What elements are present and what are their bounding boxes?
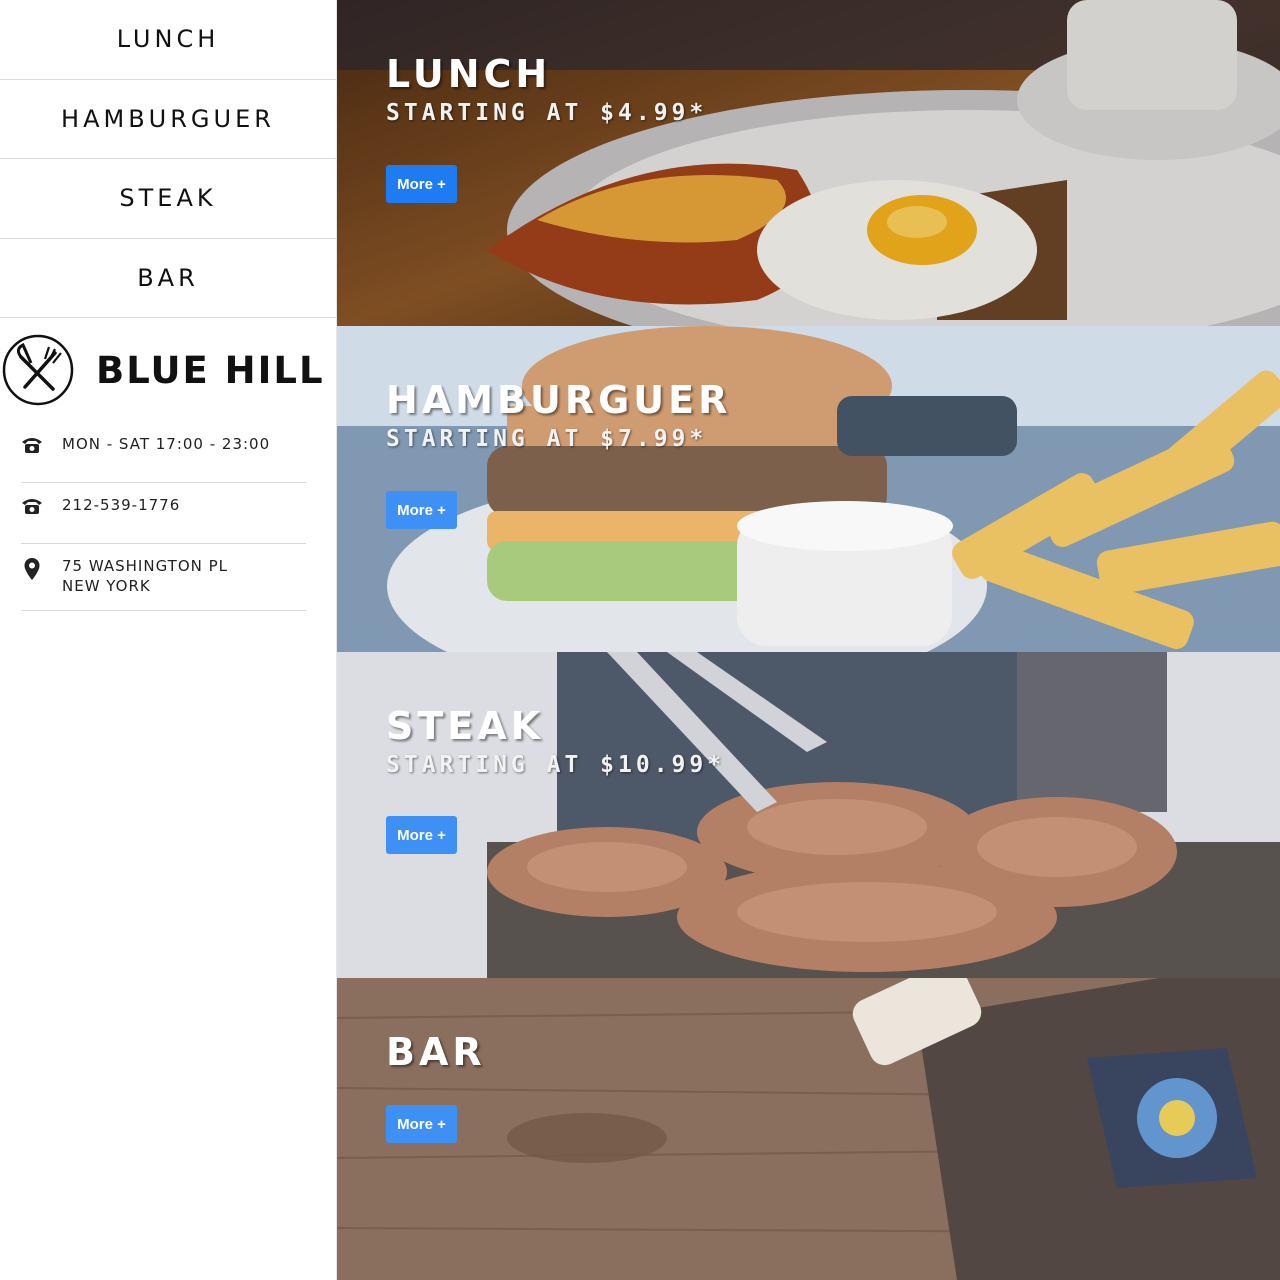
- address-row: 75 WASHINGTON PL NEW YORK: [21, 544, 306, 611]
- nav-item-hamburguer[interactable]: HAMBURGUER: [0, 80, 336, 159]
- panel-lunch: LUNCH STARTING AT $4.99* More +: [337, 0, 1280, 326]
- lunch-more-button[interactable]: More +: [386, 165, 457, 203]
- panel-title-bar: BAR: [386, 1030, 486, 1074]
- panel-steak: STEAK STARTING AT $10.99* More +: [337, 652, 1280, 978]
- sidebar: LUNCH HAMBURGUER STEAK BAR BLUE HILL MON…: [0, 0, 337, 1280]
- panel-title-hamburguer: HAMBURGUER: [386, 378, 732, 422]
- panel-title-steak: STEAK: [386, 704, 545, 748]
- map-pin-icon: [21, 558, 43, 580]
- brand-name: BLUE HILL: [96, 348, 325, 392]
- panel-subtitle-steak: STARTING AT $10.99*: [386, 752, 726, 778]
- fork-knife-icon: [0, 332, 76, 408]
- phone-text[interactable]: 212-539-1776: [62, 495, 180, 515]
- lunch-image: [337, 0, 1280, 326]
- phone-icon: [21, 436, 43, 458]
- address-line-1: 75 WASHINGTON PL: [62, 557, 229, 575]
- panel-hamburguer: HAMBURGUER STARTING AT $7.99* More +: [337, 326, 1280, 652]
- steak-image: [337, 652, 1280, 978]
- menu-panels: LUNCH STARTING AT $4.99* More + HAMBURGU…: [337, 0, 1280, 1280]
- phone-row[interactable]: 212-539-1776: [21, 483, 306, 544]
- bar-more-button[interactable]: More +: [386, 1105, 457, 1143]
- hours-row: MON - SAT 17:00 - 23:00: [21, 422, 306, 483]
- panel-title-lunch: LUNCH: [386, 52, 552, 96]
- panel-bar: BAR More +: [337, 978, 1280, 1280]
- nav-item-steak[interactable]: STEAK: [0, 159, 336, 239]
- hours-text: MON - SAT 17:00 - 23:00: [62, 435, 271, 453]
- address-text: 75 WASHINGTON PL NEW YORK: [62, 556, 228, 596]
- phone-icon: [21, 497, 43, 519]
- hamburguer-more-button[interactable]: More +: [386, 491, 457, 529]
- brand[interactable]: BLUE HILL: [0, 318, 336, 422]
- steak-more-button[interactable]: More +: [386, 816, 457, 854]
- nav-item-lunch[interactable]: LUNCH: [0, 0, 336, 80]
- address-line-2: NEW YORK: [62, 577, 151, 595]
- panel-subtitle-lunch: STARTING AT $4.99*: [386, 100, 708, 126]
- contact-info: MON - SAT 17:00 - 23:00 212-539-1776 75: [0, 422, 336, 611]
- bar-image: [337, 978, 1280, 1280]
- nav-item-bar[interactable]: BAR: [0, 239, 336, 318]
- hamburguer-image: [337, 326, 1280, 652]
- panel-subtitle-hamburguer: STARTING AT $7.99*: [386, 426, 708, 452]
